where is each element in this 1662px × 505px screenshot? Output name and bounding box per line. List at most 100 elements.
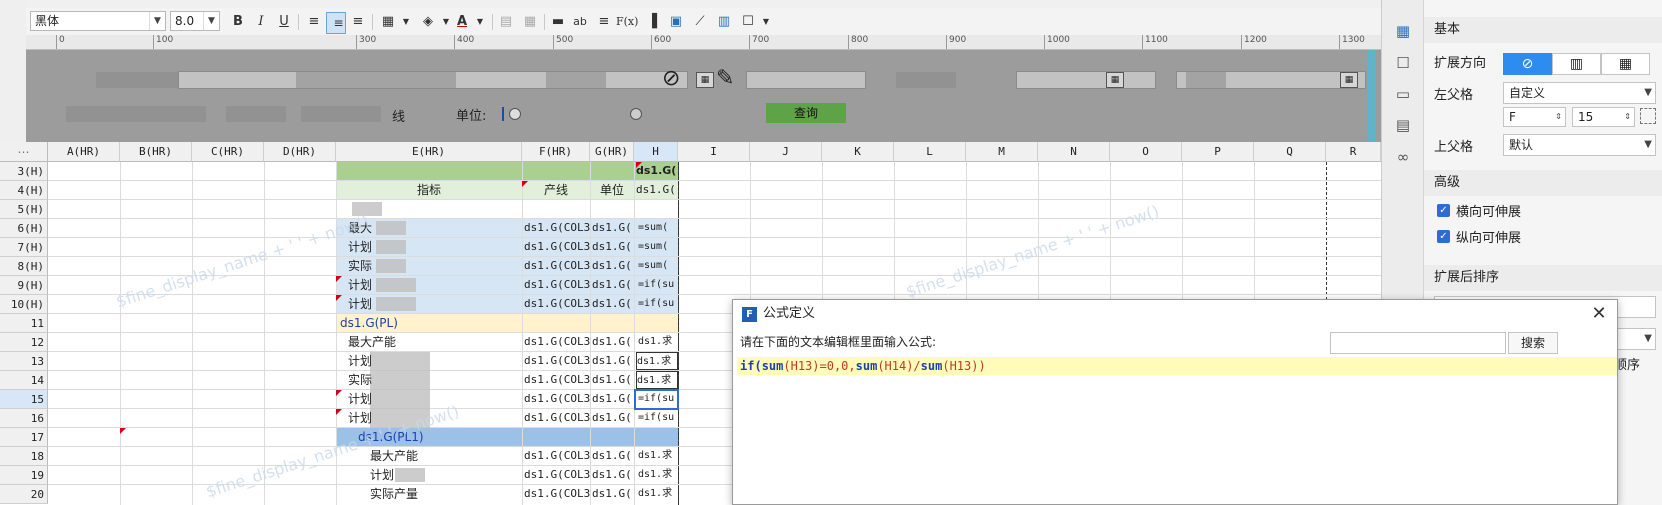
cell-g19[interactable]: ds1.G( [592,466,634,484]
horizontal-expand-checkbox[interactable]: ✓ [1437,204,1450,217]
row-header[interactable]: 10(H) [0,295,48,314]
align-left-icon[interactable]: ≡ [304,12,324,32]
cell-h19[interactable]: ds1.求 [638,466,678,484]
row-header[interactable]: 18 [0,447,48,466]
row-header[interactable]: 13 [0,352,48,371]
section-advanced[interactable]: 高级 [1424,170,1662,196]
expand-horizontal-button[interactable]: ▦ [1601,53,1650,75]
section-post-sort[interactable]: 扩展后排序 [1424,265,1662,291]
cell-h6[interactable]: =sum( [638,219,678,237]
cell-g15[interactable]: ds1.G( [592,390,634,408]
cell-g9[interactable]: ds1.G( [592,276,634,294]
cell-f13[interactable]: ds1.G(COL3 [524,352,590,370]
cell-g18[interactable]: ds1.G( [592,447,634,465]
col-header[interactable]: A(HR) [48,142,120,162]
slash-icon[interactable]: ⟋ [690,12,710,32]
cell-h12[interactable]: ds1.求 [638,333,678,351]
cell-g10[interactable]: ds1.G( [592,295,634,313]
query-button[interactable]: 查询 [766,103,846,123]
unit-radio-2[interactable] [630,108,642,120]
cell-picker-icon[interactable] [1640,108,1656,124]
left-parent-row-field[interactable]: 15 ⇕ [1572,107,1635,127]
left-parent-select[interactable]: 自定义 ▼ [1503,82,1656,104]
row-header[interactable]: 14 [0,371,48,390]
panel-scrollbar[interactable] [1367,50,1375,142]
cell-f19[interactable]: ds1.G(COL3 [524,466,590,484]
row-header[interactable]: 6(H) [0,219,48,238]
vertical-expand-checkbox[interactable]: ✓ [1437,230,1450,243]
cell-e18[interactable]: 最大产能 [370,447,460,465]
cell-f8[interactable]: ds1.G(COL3 [524,257,590,275]
top-parent-select[interactable]: 默认 ▼ [1503,134,1656,156]
row-header[interactable]: 19 [0,466,48,485]
cell-g7[interactable]: ds1.G( [592,238,634,256]
grid-corner[interactable]: ⋯ [0,142,48,162]
cell-h18[interactable]: ds1.求 [638,447,678,465]
link-icon[interactable]: ∞ [1394,148,1412,166]
chevron-down-icon[interactable]: ▼ [756,12,776,32]
font-family-select[interactable]: 黑体 ▼ [30,11,166,31]
cell-h3[interactable]: ds1.G( [636,162,678,180]
cell-h7[interactable]: =sum( [638,238,678,256]
cell-h10[interactable]: =if(su [638,295,678,313]
row-header[interactable]: 9(H) [0,276,48,295]
spinner-icon[interactable]: ⇕ [1624,108,1631,126]
cell-h13[interactable]: ds1.求 [636,352,678,370]
cell-f10[interactable]: ds1.G(COL3 [524,295,590,313]
chevron-down-icon[interactable]: ▼ [470,12,490,32]
cell-h9[interactable]: =if(su [638,276,678,294]
row-header[interactable]: 5(H) [0,200,48,219]
col-header[interactable]: R [1326,142,1381,162]
cell-g14[interactable]: ds1.G( [592,371,634,389]
frame-icon[interactable]: ☐ [738,12,758,32]
row-header[interactable]: 12 [0,333,48,352]
cell-g13[interactable]: ds1.G( [592,352,634,370]
cell-g12[interactable]: ds1.G( [592,333,634,351]
selected-cell-frame[interactable] [634,389,679,410]
cell-f14[interactable]: ds1.G(COL3 [524,371,590,389]
cell-f6[interactable]: ds1.G(COL3 [524,219,590,237]
col-header[interactable]: I [678,142,750,162]
row-header[interactable]: 16 [0,409,48,428]
col-header[interactable]: C(HR) [192,142,264,162]
date-picker-icon[interactable]: ▦ [1340,72,1358,88]
cell-attr-icon[interactable]: ▦ [1394,22,1412,40]
row-header[interactable]: 3(H) [0,162,48,181]
unit-radio-1[interactable] [509,108,521,120]
align-right-icon[interactable]: ≡ [348,12,368,32]
cell-e7[interactable]: 计划 [348,238,408,256]
sub-report-icon[interactable]: ▥ [714,12,734,32]
row-header[interactable]: 4(H) [0,181,48,200]
text-icon[interactable]: ab [570,12,590,32]
col-header[interactable]: M [966,142,1038,162]
cell-g8[interactable]: ds1.G( [592,257,634,275]
insert-row-icon[interactable]: ▬ [548,12,568,32]
cell-g16[interactable]: ds1.G( [592,409,634,427]
underline-button[interactable]: U [274,12,294,32]
cell-f20[interactable]: ds1.G(COL3 [524,485,590,503]
paragraph-icon[interactable]: ≡ [594,12,614,32]
cell-f7[interactable]: ds1.G(COL3 [524,238,590,256]
cell-f9[interactable]: ds1.G(COL3 [524,276,590,294]
cell-f4[interactable]: 产线 [522,181,590,199]
cell-g6[interactable]: ds1.G( [592,219,634,237]
col-header[interactable]: O [1110,142,1182,162]
col-header[interactable]: K [822,142,894,162]
search-input[interactable] [1330,332,1506,354]
border-icon[interactable]: ▦ [378,12,398,32]
date-picker-icon[interactable]: ▦ [696,72,714,88]
col-header[interactable]: D(HR) [264,142,336,162]
cell-h14[interactable]: ds1.求 [636,371,678,389]
cell-h4[interactable]: ds1.G( [636,181,678,199]
cell-f16[interactable]: ds1.G(COL3 [524,409,590,427]
parameter-field[interactable] [746,71,866,89]
expand-vertical-button[interactable]: ▥ [1552,53,1601,75]
cell-h16[interactable]: =if(su [638,409,678,427]
formula-icon[interactable]: F(x) [616,12,638,32]
cell-h20[interactable]: ds1.求 [638,485,678,503]
row-header[interactable]: 15 [0,390,48,409]
cell-h8[interactable]: =sum( [638,257,678,275]
cell-e4[interactable]: 指标 [336,181,522,199]
merge-cells-icon[interactable]: ▤ [496,12,516,32]
col-header[interactable]: Q [1254,142,1326,162]
